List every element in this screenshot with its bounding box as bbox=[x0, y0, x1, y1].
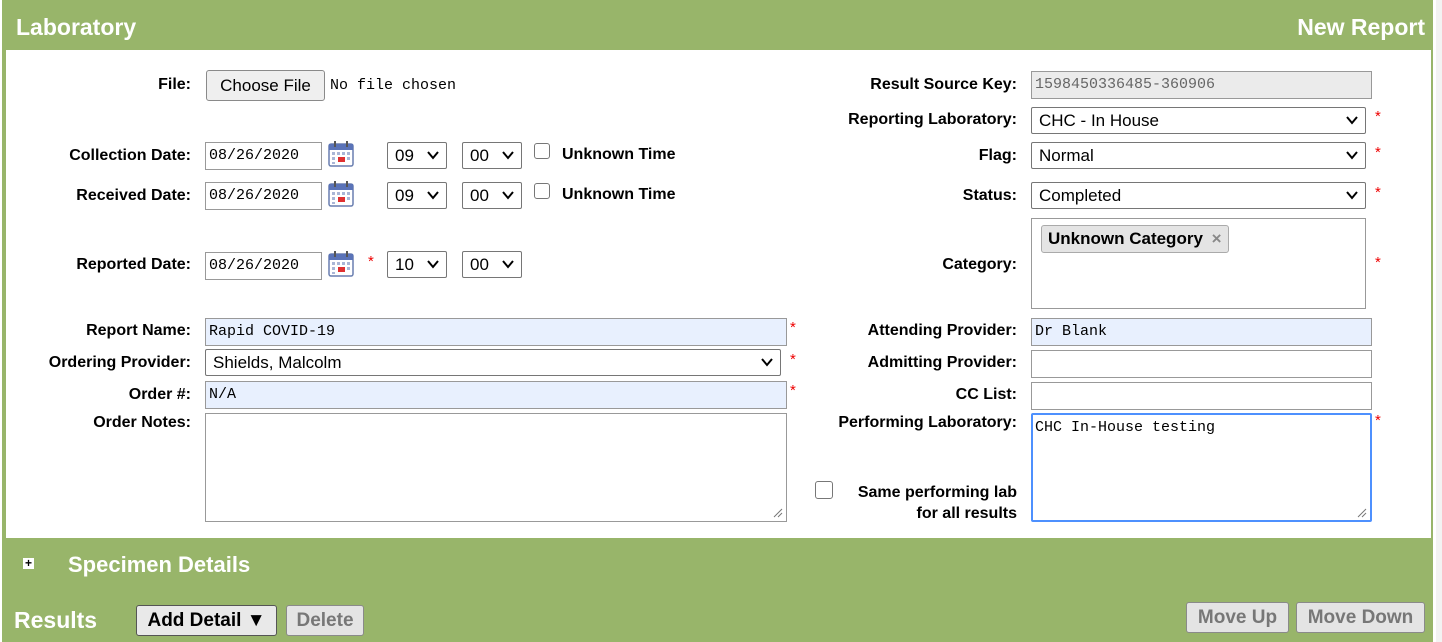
performing-lab-required: * bbox=[1375, 412, 1381, 429]
report-name-required: * bbox=[790, 319, 796, 336]
received-unknown-time-label: Unknown Time bbox=[562, 186, 676, 203]
chevron-down-icon bbox=[502, 151, 514, 160]
status-required: * bbox=[1375, 184, 1381, 201]
resize-grip-icon[interactable] bbox=[1357, 508, 1367, 518]
collection-unknown-time-label: Unknown Time bbox=[562, 146, 676, 163]
expand-plus-icon[interactable]: + bbox=[23, 557, 34, 569]
reported-date-input[interactable]: 08/26/2020 bbox=[205, 252, 322, 280]
collection-minute-value: 00 bbox=[470, 146, 489, 165]
reporting-lab-required: * bbox=[1375, 108, 1381, 125]
ordering-provider-required: * bbox=[790, 351, 796, 368]
report-name-label: Report Name: bbox=[86, 322, 191, 339]
category-tag-remove-icon[interactable]: × bbox=[1212, 229, 1222, 248]
cc-list-label: CC List: bbox=[955, 386, 1017, 403]
result-source-key-label: Result Source Key: bbox=[870, 76, 1017, 93]
chevron-down-icon bbox=[761, 358, 773, 367]
collection-hour-select[interactable]: 09 bbox=[387, 142, 447, 169]
status-value: Completed bbox=[1039, 186, 1122, 205]
calendar-icon[interactable] bbox=[327, 250, 355, 278]
received-minute-value: 00 bbox=[470, 186, 489, 205]
collection-date-input[interactable]: 08/26/2020 bbox=[205, 142, 322, 170]
received-date-input[interactable]: 08/26/2020 bbox=[205, 182, 322, 210]
chevron-down-icon bbox=[427, 191, 439, 200]
status-label: Status: bbox=[962, 187, 1017, 204]
report-mode: New Report bbox=[1297, 14, 1425, 40]
reported-date-required: * bbox=[368, 253, 374, 270]
collection-date-label: Collection Date: bbox=[69, 147, 191, 164]
status-select[interactable]: Completed bbox=[1031, 182, 1366, 209]
results-header: Results Add Detail ▼ Delete Move Up Move… bbox=[8, 597, 1433, 642]
reporting-lab-select[interactable]: CHC - In House bbox=[1031, 107, 1366, 134]
page-title: Laboratory bbox=[16, 14, 137, 40]
reported-minute-value: 00 bbox=[470, 255, 489, 274]
file-status: No file chosen bbox=[330, 77, 457, 94]
attending-provider-label: Attending Provider: bbox=[867, 322, 1017, 339]
same-performing-lab-label: Same performing lab bbox=[857, 484, 1017, 501]
collection-hour-value: 09 bbox=[395, 146, 414, 165]
collection-minute-select[interactable]: 00 bbox=[462, 142, 522, 169]
ordering-provider-select[interactable]: Shields, Malcolm bbox=[205, 349, 781, 376]
reporting-lab-label: Reporting Laboratory: bbox=[848, 111, 1017, 128]
category-label: Category: bbox=[942, 256, 1017, 273]
ordering-provider-label: Ordering Provider: bbox=[48, 354, 191, 371]
specimen-details-header[interactable]: + Specimen Details bbox=[8, 543, 1433, 584]
calendar-icon[interactable] bbox=[327, 180, 355, 208]
cc-list-input[interactable] bbox=[1031, 382, 1372, 410]
received-unknown-time-checkbox[interactable] bbox=[534, 183, 550, 199]
same-performing-lab-checkbox[interactable] bbox=[815, 481, 833, 499]
chevron-down-icon bbox=[427, 260, 439, 269]
reporting-lab-value: CHC - In House bbox=[1039, 111, 1159, 130]
reported-hour-select[interactable]: 10 bbox=[387, 251, 447, 278]
report-name-input[interactable]: Rapid COVID-19 bbox=[205, 318, 787, 346]
results-title: Results bbox=[14, 607, 98, 633]
order-number-required: * bbox=[790, 382, 796, 399]
move-down-button[interactable]: Move Down bbox=[1296, 602, 1425, 633]
flag-required: * bbox=[1375, 144, 1381, 161]
category-required: * bbox=[1375, 254, 1381, 271]
delete-button[interactable]: Delete bbox=[286, 605, 364, 636]
flag-label: Flag: bbox=[978, 147, 1017, 164]
chevron-down-icon bbox=[1346, 151, 1358, 160]
specimen-details-title: Specimen Details bbox=[68, 552, 251, 577]
chevron-down-icon bbox=[502, 191, 514, 200]
collection-unknown-time-checkbox[interactable] bbox=[534, 143, 550, 159]
attending-provider-input[interactable]: Dr Blank bbox=[1031, 318, 1372, 346]
file-label: File: bbox=[158, 76, 191, 93]
received-hour-value: 09 bbox=[395, 186, 414, 205]
received-minute-select[interactable]: 00 bbox=[462, 182, 522, 209]
calendar-icon[interactable] bbox=[327, 140, 355, 168]
flag-select[interactable]: Normal bbox=[1031, 142, 1366, 169]
chevron-down-icon bbox=[502, 260, 514, 269]
order-notes-textarea[interactable] bbox=[205, 413, 787, 522]
choose-file-button[interactable]: Choose File bbox=[206, 70, 325, 101]
order-notes-label: Order Notes: bbox=[93, 414, 191, 431]
chevron-down-icon bbox=[1346, 116, 1358, 125]
admitting-provider-input[interactable] bbox=[1031, 350, 1372, 378]
performing-lab-textarea[interactable]: CHC In-House testing bbox=[1031, 413, 1372, 522]
admitting-provider-label: Admitting Provider: bbox=[867, 354, 1017, 371]
ordering-provider-value: Shields, Malcolm bbox=[213, 353, 342, 372]
chevron-down-icon bbox=[1346, 191, 1358, 200]
performing-lab-label: Performing Laboratory: bbox=[838, 414, 1017, 431]
result-source-key-input: 1598450336485-360906 bbox=[1031, 71, 1372, 99]
chevron-down-icon bbox=[427, 151, 439, 160]
reported-hour-value: 10 bbox=[395, 255, 414, 274]
received-date-label: Received Date: bbox=[76, 187, 191, 204]
resize-grip-icon[interactable] bbox=[773, 508, 783, 518]
laboratory-header: Laboratory New Report bbox=[8, 6, 1433, 48]
category-multiselect[interactable]: Unknown Category × bbox=[1031, 218, 1366, 309]
window-edge bbox=[1436, 0, 1442, 642]
move-up-button[interactable]: Move Up bbox=[1186, 602, 1289, 633]
reported-date-label: Reported Date: bbox=[76, 256, 191, 273]
order-number-label: Order #: bbox=[128, 386, 191, 403]
order-number-input[interactable]: N/A bbox=[205, 381, 787, 409]
reported-minute-select[interactable]: 00 bbox=[462, 251, 522, 278]
category-tag: Unknown Category × bbox=[1041, 225, 1229, 253]
flag-value: Normal bbox=[1039, 146, 1094, 165]
add-detail-button[interactable]: Add Detail ▼ bbox=[136, 605, 277, 636]
category-tag-label: Unknown Category bbox=[1048, 229, 1203, 248]
received-hour-select[interactable]: 09 bbox=[387, 182, 447, 209]
same-performing-lab-label-line2: for all results bbox=[916, 505, 1017, 522]
